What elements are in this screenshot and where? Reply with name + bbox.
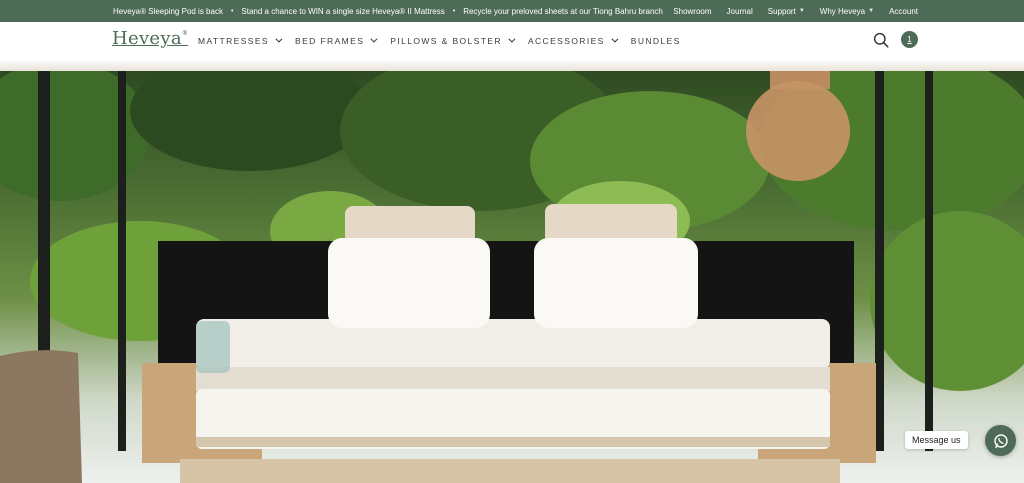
chevron-down-icon: ▼ xyxy=(868,8,875,14)
main-nav: MATTRESSES BED FRAMES PILLOWS & BOLSTER … xyxy=(198,22,681,59)
announcement-recycle[interactable]: Recycle your preloved sheets at our Tion… xyxy=(463,7,663,16)
utility-account-label: Account xyxy=(889,6,918,16)
search-button[interactable] xyxy=(873,32,889,48)
nav-bed-frames[interactable]: BED FRAMES xyxy=(295,35,378,46)
cart-count-badge: 1 xyxy=(907,35,912,44)
message-us-label[interactable]: Message us xyxy=(905,431,968,449)
nav-pillows-bolster-label: PILLOWS & BOLSTER xyxy=(390,35,502,46)
nav-accessories[interactable]: ACCESSORIES xyxy=(527,35,619,46)
utility-support-label: Support xyxy=(767,6,796,16)
nav-bundles[interactable]: BUNDLES xyxy=(631,36,681,46)
bullet-separator: • xyxy=(452,7,456,15)
logo-text: Heveya xyxy=(112,28,182,49)
utility-showroom-label: Showroom xyxy=(673,6,712,16)
announcement-win-mattress[interactable]: Stand a chance to WIN a single size Heve… xyxy=(241,7,444,16)
nav-mattresses-label: MATTRESSES xyxy=(198,35,269,46)
nav-bundles-label: BUNDLES xyxy=(630,35,681,46)
utility-support-dropdown[interactable]: Support ▼ xyxy=(768,7,805,16)
search-icon xyxy=(873,32,889,48)
bullet-separator: • xyxy=(230,7,234,15)
announcement-list: Heveya® Sleeping Pod is back • Stand a c… xyxy=(113,0,663,22)
hero-banner[interactable] xyxy=(0,71,1024,483)
utility-account-link[interactable]: Account xyxy=(889,7,918,16)
announcement-sleeping-pod[interactable]: Heveya® Sleeping Pod is back xyxy=(113,7,223,16)
nav-pillows-bolster[interactable]: PILLOWS & BOLSTER xyxy=(390,35,516,46)
utility-journal-label: Journal xyxy=(726,6,753,16)
chevron-down-icon xyxy=(275,35,283,43)
nav-bed-frames-label: BED FRAMES xyxy=(295,35,365,46)
chevron-down-icon xyxy=(370,35,378,43)
utility-journal-link[interactable]: Journal xyxy=(727,7,753,16)
utility-why-heveya-label: Why Heveya xyxy=(819,6,866,16)
whatsapp-icon xyxy=(993,433,1008,448)
utility-showroom-link[interactable]: Showroom xyxy=(673,7,711,16)
chevron-down-icon xyxy=(508,35,516,43)
utility-nav: Showroom Journal Support ▼ Why Heveya ▼ Ac… xyxy=(673,0,918,22)
nav-mattresses[interactable]: MATTRESSES xyxy=(198,35,283,46)
whatsapp-chat-button[interactable] xyxy=(985,425,1016,456)
utility-why-heveya-dropdown[interactable]: Why Heveya ▼ xyxy=(820,7,874,16)
chevron-down-icon xyxy=(611,35,619,43)
heveya-logo[interactable]: Heveya® xyxy=(112,28,188,49)
hero-bedroom-image xyxy=(0,71,1024,483)
announcement-bar: Heveya® Sleeping Pod is back • Stand a c… xyxy=(0,0,1024,22)
header-divider xyxy=(0,59,1024,71)
cart-button[interactable]: 1 xyxy=(901,31,918,48)
logo-registered-mark: ® xyxy=(181,30,189,37)
site-header: Heveya® MATTRESSES BED FRAMES PILLOWS & … xyxy=(0,22,1024,59)
chevron-down-icon: ▼ xyxy=(798,8,805,14)
nav-accessories-label: ACCESSORIES xyxy=(527,35,605,46)
